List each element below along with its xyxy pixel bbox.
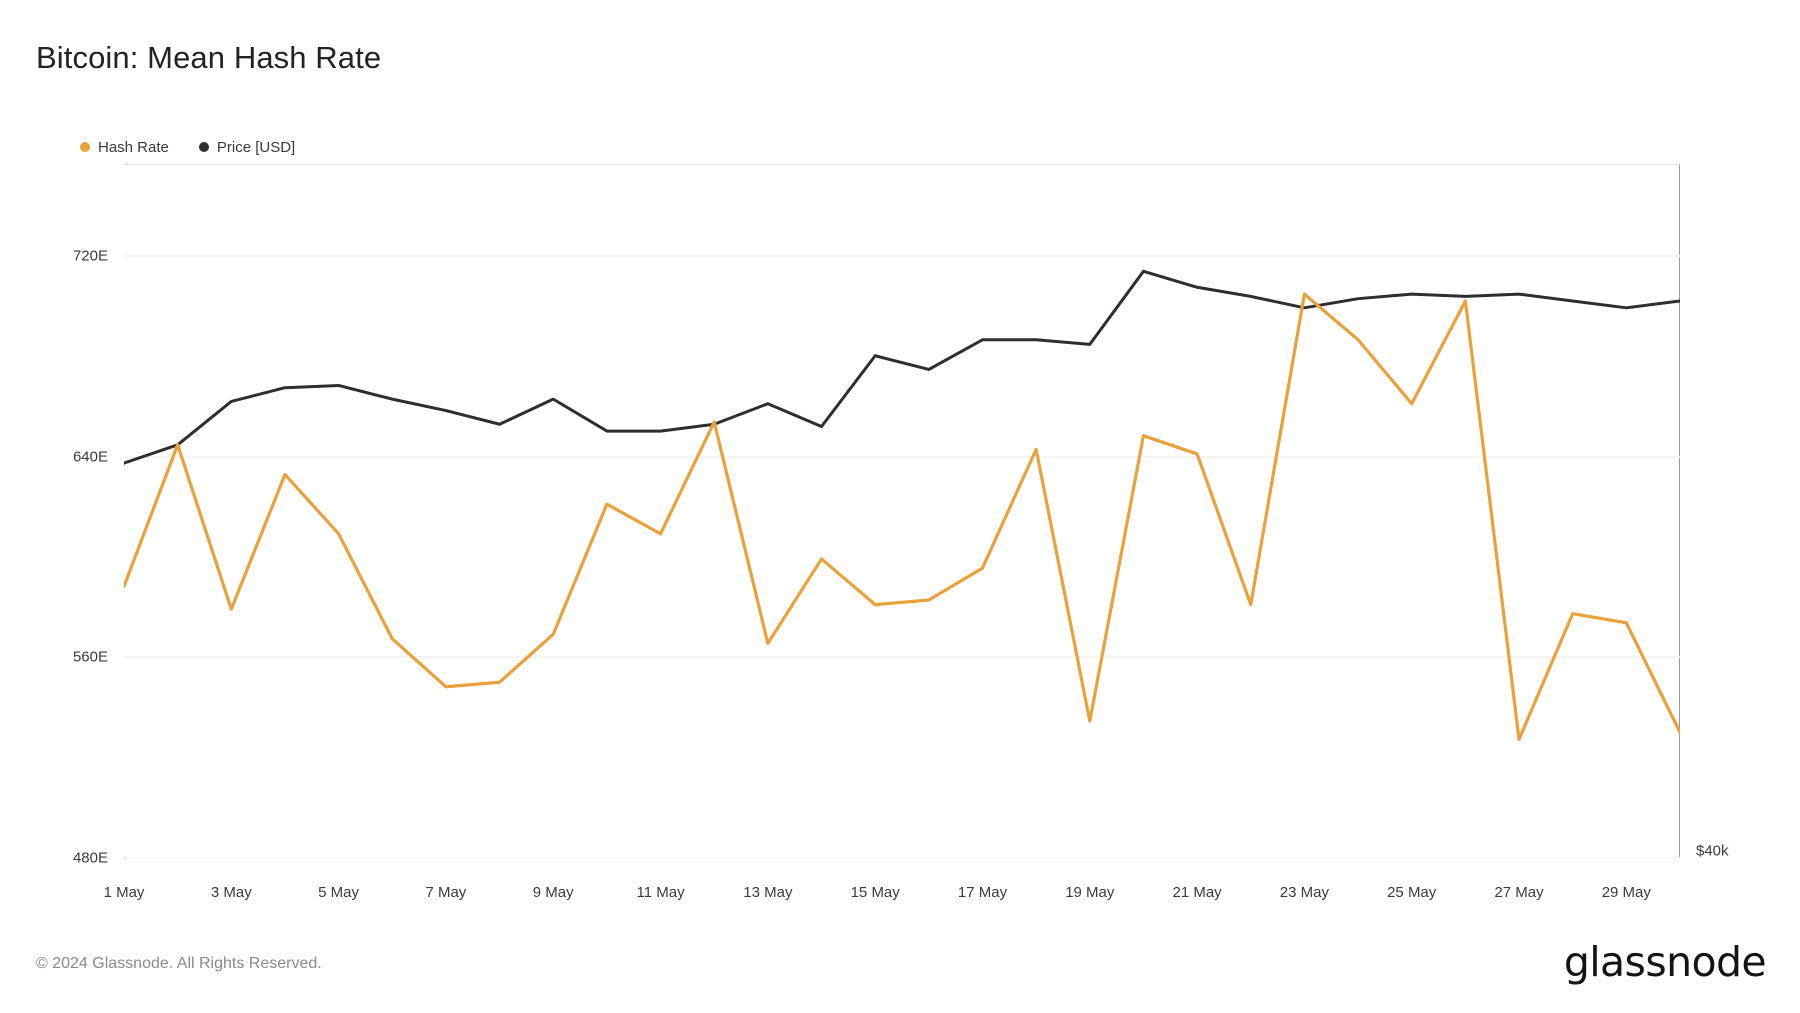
y-tick-label: 640E <box>72 448 108 466</box>
x-axis-tick-labels: 1 May 3 May 5 May 7 May 9 May 11 May 13 May 15 … <box>104 884 1680 908</box>
x-tick-label: 3 May <box>210 884 252 901</box>
y-right-axis-label: $40k <box>1696 842 1729 860</box>
x-tick-label: 1 May <box>103 884 145 901</box>
x-tick-label: 21 May <box>1172 884 1222 901</box>
x-tick-label: 27 May <box>1494 884 1544 901</box>
series-line-hash-rate <box>124 292 1680 741</box>
x-tick-label: 19 May <box>1065 884 1115 901</box>
x-tick-label: 13 May <box>743 884 793 901</box>
y-tick-label: 560E <box>72 648 108 666</box>
x-tick-label: 9 May <box>532 884 574 901</box>
legend-label-price: Price [USD] <box>216 138 296 156</box>
x-tick-label: 7 May <box>425 884 467 901</box>
y-axis-tick-labels: 720E 640E 560E 480E <box>0 164 108 867</box>
series-line-price <box>124 269 1680 465</box>
chart-legend: Hash Rate Price [USD] <box>80 137 325 157</box>
chart-page: Bitcoin: Mean Hash Rate Hash Rate Price … <box>0 0 1800 1013</box>
x-tick-label: 29 May <box>1601 884 1651 901</box>
legend-item-hash-rate[interactable]: Hash Rate <box>80 137 169 157</box>
x-tick-label: 5 May <box>318 884 360 901</box>
y-tick-label: 480E <box>72 849 108 867</box>
x-tick-label: 17 May <box>957 884 1008 901</box>
plot-area[interactable] <box>124 164 1680 858</box>
legend-dot-icon <box>198 142 209 152</box>
glassnode-logo: glassnode <box>1563 938 1767 986</box>
x-tick-label: 25 May <box>1387 884 1437 901</box>
y-tick-label: 720E <box>72 247 108 265</box>
legend-label-hash-rate: Hash Rate <box>98 138 169 156</box>
page-title: Bitcoin: Mean Hash Rate <box>36 40 382 75</box>
x-tick-label: 11 May <box>636 884 685 901</box>
x-tick-label: 15 May <box>850 884 900 901</box>
legend-dot-icon <box>80 142 90 152</box>
series-lines <box>124 269 1680 741</box>
x-tick-label: 23 May <box>1279 884 1329 901</box>
legend-item-price[interactable]: Price [USD] <box>198 137 296 157</box>
copyright-text: © 2024 Glassnode. All Rights Reserved. <box>36 955 322 972</box>
